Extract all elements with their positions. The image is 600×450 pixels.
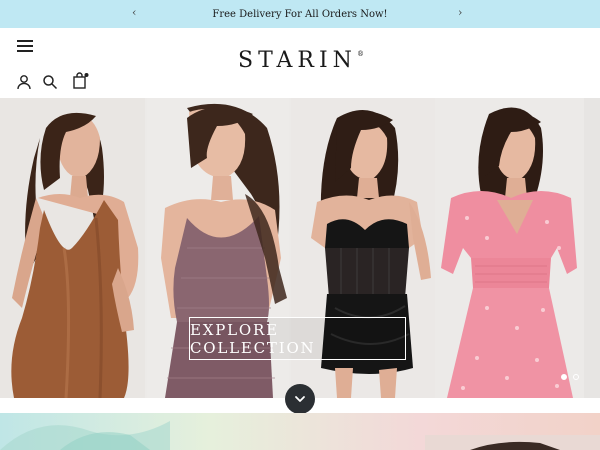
slide-dots	[561, 374, 579, 380]
slide-dot-1[interactable]	[561, 374, 567, 380]
next-section-banner	[0, 413, 600, 450]
chevron-right-icon[interactable]: ›	[458, 6, 462, 19]
shopping-bag-icon[interactable]	[72, 72, 89, 89]
scroll-down-button[interactable]	[285, 384, 315, 414]
search-icon[interactable]	[42, 74, 58, 90]
hero-image-pink-dress[interactable]	[437, 98, 582, 398]
chevron-down-icon	[295, 396, 305, 402]
slide-dot-2[interactable]	[573, 374, 579, 380]
announcement-bar: ‹ Free Delivery For All Orders Now! ›	[0, 0, 600, 28]
account-icon[interactable]	[16, 74, 32, 90]
site-logo[interactable]: STARIN®	[238, 48, 364, 73]
site-header: STARIN®	[0, 28, 600, 98]
hamburger-menu-icon[interactable]	[17, 40, 33, 52]
hero-image-brown-dress[interactable]	[0, 98, 145, 398]
announcement-text: Free Delivery For All Orders Now!	[212, 8, 388, 20]
hero-image-next-edge	[584, 98, 600, 398]
registered-mark: ®	[356, 50, 364, 58]
chevron-left-icon[interactable]: ‹	[132, 6, 136, 19]
logo-text: STARIN	[238, 48, 357, 73]
explore-collection-button[interactable]: EXPLORE COLLECTION	[189, 317, 406, 360]
